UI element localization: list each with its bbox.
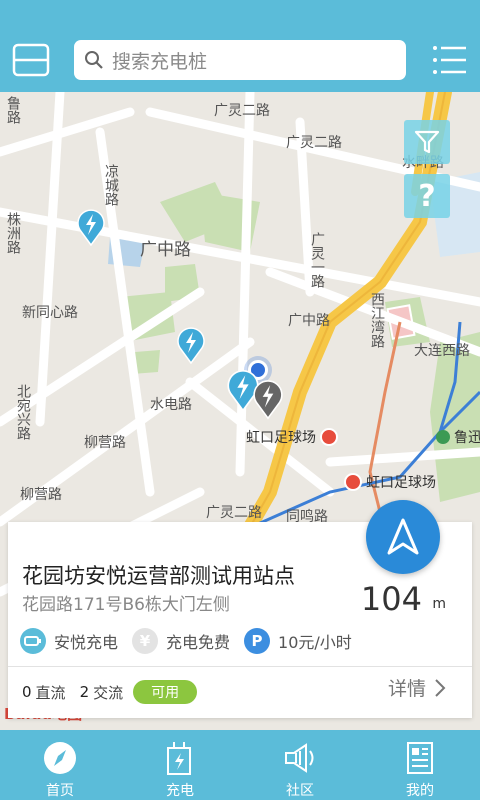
road-label: 广中路 bbox=[288, 313, 330, 329]
station-tags: 安悦充电 ¥ 充电免费 P 10元/小时 bbox=[20, 628, 460, 654]
yen-icon: ¥ bbox=[132, 628, 159, 654]
bottom-tab-bar: 首页 充电 社区 我的 bbox=[0, 730, 480, 800]
road-label: 鲁路 bbox=[5, 96, 21, 124]
poi-label: 虹口足球场 bbox=[246, 430, 316, 446]
tab-mine[interactable]: 我的 bbox=[360, 730, 480, 800]
road-label: 水电路 bbox=[150, 397, 192, 413]
parking-label: 10元/小时 bbox=[278, 633, 352, 652]
search-placeholder: 搜索充电桩 bbox=[112, 50, 208, 73]
road-label: 西江湾路 bbox=[369, 292, 385, 348]
charger-icon bbox=[160, 739, 200, 776]
charging-pin[interactable] bbox=[76, 208, 106, 246]
help-button[interactable]: ? bbox=[404, 174, 450, 218]
poi-stadium[interactable]: 虹口足球场 bbox=[246, 427, 338, 447]
details-link[interactable]: 详情 bbox=[388, 674, 446, 701]
search-input[interactable]: 搜索充电桩 bbox=[74, 40, 406, 80]
road-label: 大连西路 bbox=[414, 343, 470, 359]
distance-unit: m bbox=[432, 596, 446, 612]
details-label: 详情 bbox=[387, 678, 426, 700]
metro-icon bbox=[344, 473, 362, 491]
tab-label: 充电 bbox=[166, 783, 194, 799]
status-badge: 可用 bbox=[133, 680, 198, 704]
road-label: 广中路 bbox=[140, 240, 191, 260]
operator-label: 安悦充电 bbox=[54, 633, 119, 652]
charging-pin[interactable] bbox=[176, 326, 206, 364]
menu-icon bbox=[12, 43, 50, 77]
road-label: 北宛兴路 bbox=[15, 384, 31, 440]
road-label: 广灵二路 bbox=[286, 135, 342, 151]
ac-label: 交流 bbox=[93, 683, 124, 702]
navigate-button[interactable] bbox=[366, 500, 440, 574]
card-divider bbox=[8, 666, 472, 667]
search-icon bbox=[85, 51, 103, 69]
ac-count: 2 bbox=[79, 683, 90, 701]
navigation-arrow-icon bbox=[387, 518, 419, 555]
app-header: 搜索充电桩 bbox=[0, 0, 480, 92]
list-button[interactable] bbox=[430, 40, 468, 80]
road-label: 凉城路 bbox=[103, 164, 119, 206]
tab-home[interactable]: 首页 bbox=[0, 730, 120, 800]
chevron-right-icon bbox=[435, 678, 446, 697]
charging-pin-offline[interactable] bbox=[252, 378, 284, 420]
poi-label: 虹口足球场 bbox=[366, 475, 436, 491]
poi-label: 鲁迅 bbox=[454, 430, 480, 446]
road-label: 广灵二路 bbox=[206, 505, 262, 521]
station-name: 花园坊安悦运营部测试用站点 bbox=[22, 564, 295, 588]
road-label: 广灵二路 bbox=[214, 103, 270, 119]
road-label: 柳营路 bbox=[20, 487, 62, 503]
tab-community[interactable]: 社区 bbox=[240, 730, 360, 800]
road-label: 广灵一路 bbox=[309, 232, 325, 288]
filter-button[interactable] bbox=[404, 120, 450, 164]
station-address: 花园路171号B6栋大门左侧 bbox=[22, 595, 230, 615]
dc-label: 直流 bbox=[35, 683, 66, 702]
poi-stadium-metro[interactable]: 虹口足球场 bbox=[344, 472, 436, 492]
operator-tag: 安悦充电 bbox=[20, 628, 118, 654]
tab-charge[interactable]: 充电 bbox=[120, 730, 240, 800]
operator-icon bbox=[20, 628, 46, 654]
profile-card-icon bbox=[400, 739, 440, 776]
fee-tag: ¥ 充电免费 bbox=[132, 628, 230, 654]
park-icon bbox=[436, 430, 450, 444]
menu-button[interactable] bbox=[12, 40, 50, 80]
parking-tag: P 10元/小时 bbox=[244, 628, 352, 654]
station-distance: 104 bbox=[360, 580, 422, 618]
dc-count: 0 bbox=[22, 683, 32, 701]
tab-label: 社区 bbox=[286, 783, 314, 799]
parking-icon: P bbox=[244, 628, 271, 654]
metro-icon bbox=[320, 428, 338, 446]
megaphone-icon bbox=[280, 739, 320, 776]
tab-label: 我的 bbox=[406, 783, 434, 799]
filter-icon bbox=[414, 130, 440, 154]
list-icon bbox=[433, 46, 466, 74]
help-icon: ? bbox=[418, 178, 436, 214]
road-label: 柳营路 bbox=[84, 435, 126, 451]
road-label: 新同心路 bbox=[22, 305, 78, 321]
tab-label: 首页 bbox=[46, 783, 74, 799]
fee-label: 充电免费 bbox=[166, 633, 231, 652]
compass-icon bbox=[40, 739, 80, 776]
road-label: 株洲路 bbox=[5, 212, 21, 254]
poi-park[interactable]: 鲁迅 bbox=[436, 427, 480, 447]
